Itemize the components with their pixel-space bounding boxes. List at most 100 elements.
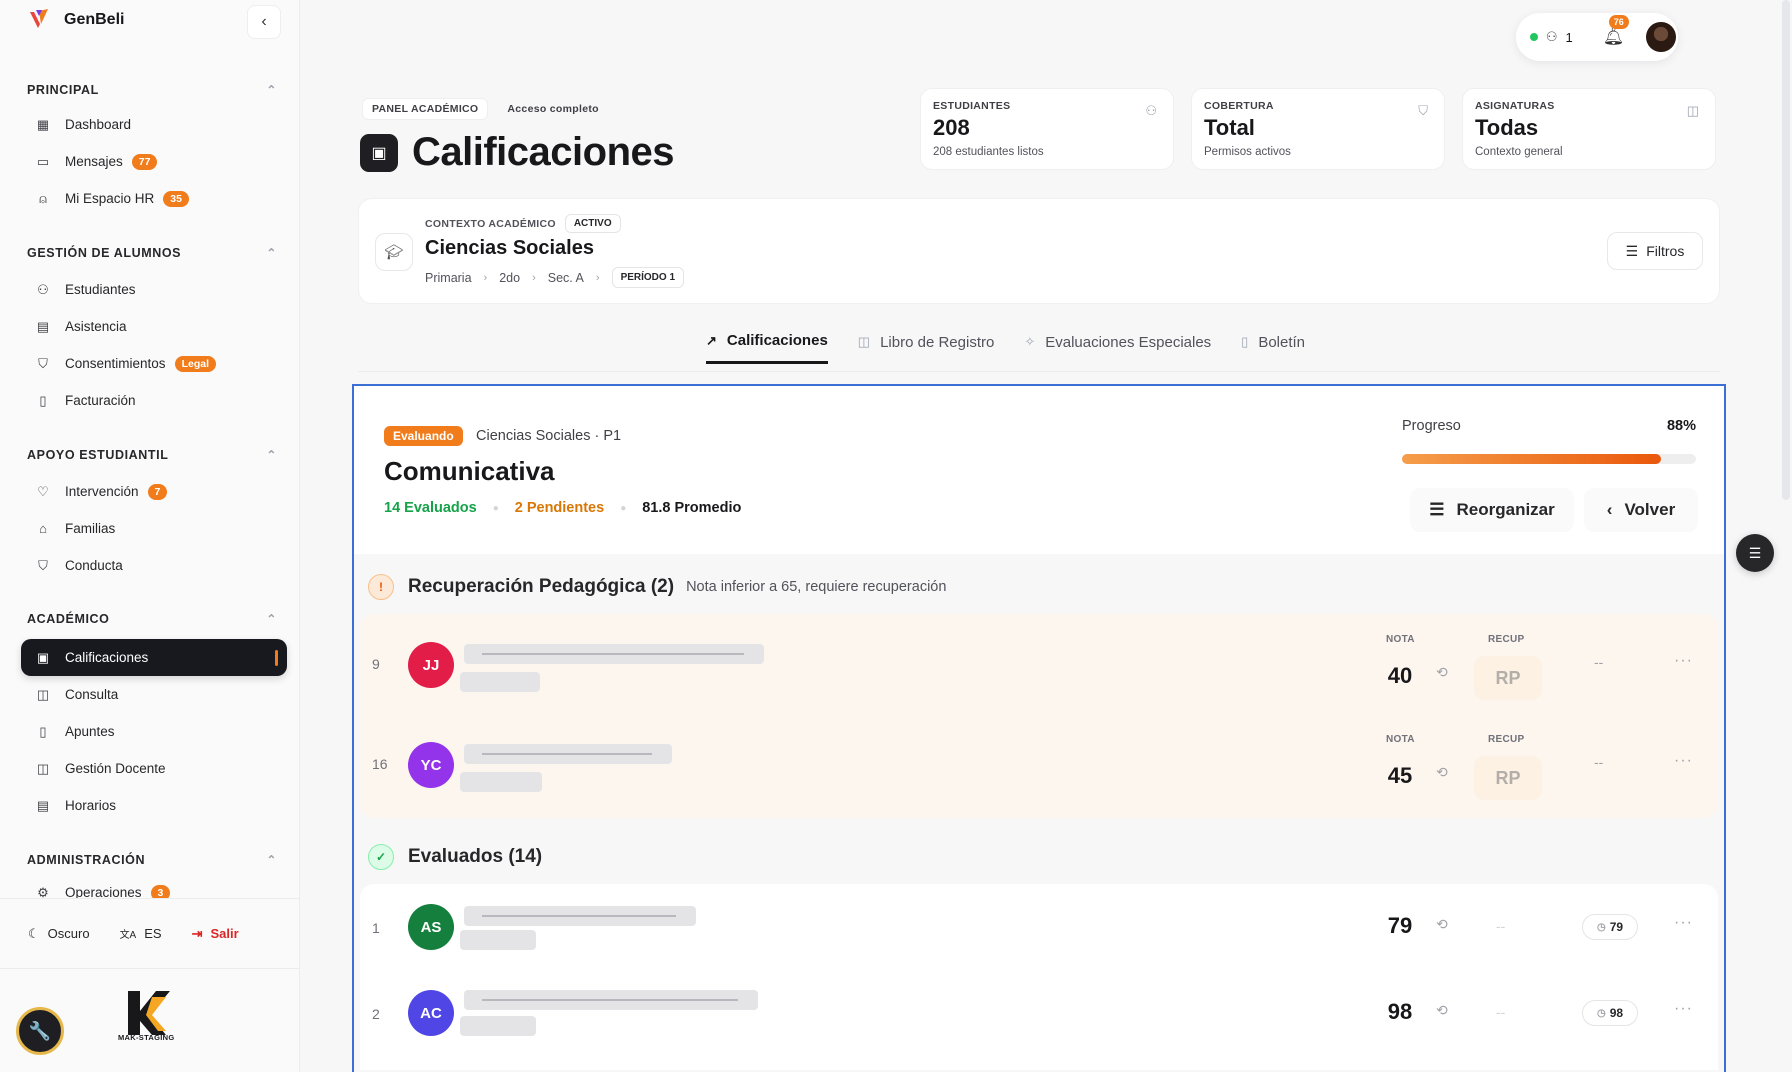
- page-header: ▣ Calificaciones: [360, 130, 675, 175]
- history-icon[interactable]: ⟲: [1436, 1002, 1448, 1019]
- mak-staging-text: MAK-STAGING: [118, 1033, 175, 1042]
- grid-icon: ▦: [36, 116, 50, 132]
- sidebar-item-intervencion[interactable]: ♡ Intervención 7: [27, 473, 277, 510]
- sidebar-item-asistencia[interactable]: ▤ Asistencia: [27, 308, 277, 345]
- active-indicator: [275, 650, 278, 666]
- sidebar-item-label: Intervención: [65, 484, 139, 499]
- nav-section-head[interactable]: PRINCIPAL ⌃: [27, 80, 277, 100]
- sidebar-item-label: Calificaciones: [65, 650, 149, 665]
- bell-icon: 🔔︎: [1602, 27, 1625, 46]
- sidebar-item-operaciones[interactable]: ⚙ Operaciones 3: [27, 874, 277, 898]
- nav-section-gestion-alumnos: GESTIÓN DE ALUMNOS ⌃ ⚇ Estudiantes ▤ Asiste…: [27, 243, 277, 419]
- recovery-input[interactable]: RP: [1474, 656, 1542, 700]
- table-row[interactable]: 16 YC NOTA RECUP 45 ⟲ RP -- ···: [360, 714, 1718, 818]
- sidebar-item-apuntes[interactable]: ▯ Apuntes: [27, 713, 277, 750]
- reorganize-button[interactable]: ☰ Reorganizar: [1410, 488, 1574, 532]
- nav-section-principal: PRINCIPAL ⌃ ▦ Dashboard ▭ Mensajes 77 ⍝ Mi Es…: [27, 80, 277, 217]
- tab-libro-de-registro[interactable]: ◫ Libro de Registro: [858, 330, 995, 364]
- tab-evaluaciones-especiales[interactable]: ✧ Evaluaciones Especiales: [1024, 330, 1211, 364]
- sidebar-item-familias[interactable]: ⌂ Familias: [27, 510, 277, 547]
- sidebar-item-gestion-docente[interactable]: ◫ Gestión Docente: [27, 750, 277, 787]
- sidebar-item-horarios[interactable]: ▤ Horarios: [27, 787, 277, 824]
- language-toggle[interactable]: 文A ES: [120, 926, 162, 941]
- online-dot: [1530, 33, 1538, 41]
- sidebar-item-mensajes[interactable]: ▭ Mensajes 77: [27, 143, 277, 180]
- chevron-left-icon: ‹: [261, 13, 267, 30]
- progress-bar: [1402, 454, 1696, 464]
- wrench-icon[interactable]: 🔧: [16, 1007, 64, 1055]
- breadcrumb-item[interactable]: 2do: [499, 271, 520, 285]
- floating-menu-button[interactable]: ☰: [1736, 534, 1774, 572]
- recovery-input[interactable]: RP: [1474, 756, 1542, 800]
- back-button[interactable]: ‹ Volver: [1584, 488, 1698, 532]
- sidebar-item-label: Mi Espacio HR: [65, 191, 155, 206]
- section-title: ADMINISTRACIÓN: [27, 853, 146, 867]
- sidebar-item-facturacion[interactable]: ▯ Facturación: [27, 382, 277, 419]
- tab-calificaciones[interactable]: ↗ Calificaciones: [706, 330, 828, 364]
- user-status-pill: ⚇ 1 🔔︎ 76: [1516, 13, 1678, 61]
- nav-section-head[interactable]: GESTIÓN DE ALUMNOS ⌃: [27, 243, 277, 263]
- breadcrumb-item[interactable]: Sec. A: [548, 271, 584, 285]
- sidebar-item-calificaciones[interactable]: ▣ Calificaciones: [21, 639, 287, 676]
- nota-label: NOTA: [1386, 634, 1415, 645]
- recovery-note: Nota inferior a 65, requiere recuperació…: [686, 579, 947, 595]
- row-number: 2: [372, 1006, 380, 1022]
- stat-sub: 208 estudiantes listos: [933, 146, 1044, 158]
- clipboard-icon: ▣: [360, 133, 398, 172]
- sidebar-item-label: Consentimientos: [65, 356, 166, 371]
- period-badge[interactable]: PERÍODO 1: [611, 267, 685, 288]
- table-row[interactable]: 9 JJ NOTA RECUP 40 ⟲ RP -- ···: [360, 614, 1718, 714]
- nav-section-head[interactable]: ADMINISTRACIÓN ⌃: [27, 850, 277, 870]
- grade-value[interactable]: 79: [1364, 904, 1436, 948]
- more-options-icon[interactable]: ···: [1674, 1000, 1693, 1018]
- sidebar-item-dashboard[interactable]: ▦ Dashboard: [27, 106, 277, 143]
- sidebar-item-estudiantes[interactable]: ⚇ Estudiantes: [27, 271, 277, 308]
- sidebar-item-mi-espacio-hr[interactable]: ⍝ Mi Espacio HR 35: [27, 180, 277, 217]
- recovery-result: --: [1594, 654, 1604, 670]
- notification-bell-button[interactable]: 🔔︎ 76: [1602, 15, 1629, 47]
- logout-label: Salir: [210, 926, 239, 941]
- sidebar-item-label: Asistencia: [65, 319, 127, 334]
- filters-button[interactable]: ☰ Filtros: [1607, 232, 1703, 270]
- brand[interactable]: GenBeli: [26, 6, 124, 34]
- grade-value[interactable]: 45: [1364, 754, 1436, 798]
- clipboard-icon: ▣: [36, 649, 50, 665]
- chevron-up-icon: ⌃: [266, 246, 277, 260]
- sidebar-item-conducta[interactable]: ⛉ Conducta: [27, 547, 277, 584]
- history-icon[interactable]: ⟲: [1436, 664, 1448, 681]
- chevron-right-icon: ›: [595, 271, 600, 284]
- scrollbar[interactable]: [1782, 0, 1790, 500]
- status-badge: ACTIVO: [564, 214, 621, 233]
- recovery-section: ! Recuperación Pedagógica (2) Nota infer…: [354, 554, 1724, 884]
- user-icon: ⍝: [39, 190, 47, 206]
- context-label: CONTEXTO ACADÉMICO: [425, 217, 556, 230]
- context-title: Ciencias Sociales: [425, 237, 594, 259]
- file-icon: ▯: [39, 392, 47, 408]
- grade-value[interactable]: 98: [1364, 990, 1436, 1034]
- table-row[interactable]: 2 AC 98 ⟲ -- ◷ 98 ···: [360, 970, 1718, 1070]
- final-grade-pill: ◷ 98: [1582, 1000, 1638, 1026]
- history-icon[interactable]: ⟲: [1436, 916, 1448, 933]
- more-options-icon[interactable]: ···: [1674, 914, 1693, 932]
- count-badge: 3: [150, 884, 171, 898]
- logout-button[interactable]: ⇥ Salir: [192, 926, 239, 942]
- breadcrumb-item[interactable]: Primaria: [425, 271, 472, 285]
- collapse-sidebar-button[interactable]: ‹: [247, 5, 281, 39]
- history-icon[interactable]: ⟲: [1436, 764, 1448, 781]
- nav-section-head[interactable]: ACADÉMICO ⌃: [27, 609, 277, 629]
- avatar[interactable]: [1644, 20, 1678, 54]
- theme-toggle[interactable]: ☾ Oscuro: [28, 926, 90, 942]
- nav-section-head[interactable]: APOYO ESTUDIANTIL ⌃: [27, 445, 277, 465]
- progress-fill: [1402, 454, 1661, 464]
- breadcrumb: Primaria › 2do › Sec. A › PERÍODO 1: [425, 267, 685, 288]
- more-options-icon[interactable]: ···: [1674, 752, 1693, 770]
- more-options-icon[interactable]: ···: [1674, 652, 1693, 670]
- table-row[interactable]: 1 AS 79 ⟲ -- ◷ 79 ···: [360, 884, 1718, 970]
- sidebar-item-label: Facturación: [65, 393, 136, 408]
- grade-value[interactable]: 40: [1364, 654, 1436, 698]
- sidebar-item-consentimientos[interactable]: ⛉ Consentimientos Legal: [27, 345, 277, 382]
- building-icon: ⌂: [39, 521, 47, 536]
- sidebar-item-consulta[interactable]: ◫ Consulta: [27, 676, 277, 713]
- evaluated-count: 14 Evaluados: [384, 500, 477, 516]
- tab-boletin[interactable]: ▯ Boletín: [1241, 330, 1305, 364]
